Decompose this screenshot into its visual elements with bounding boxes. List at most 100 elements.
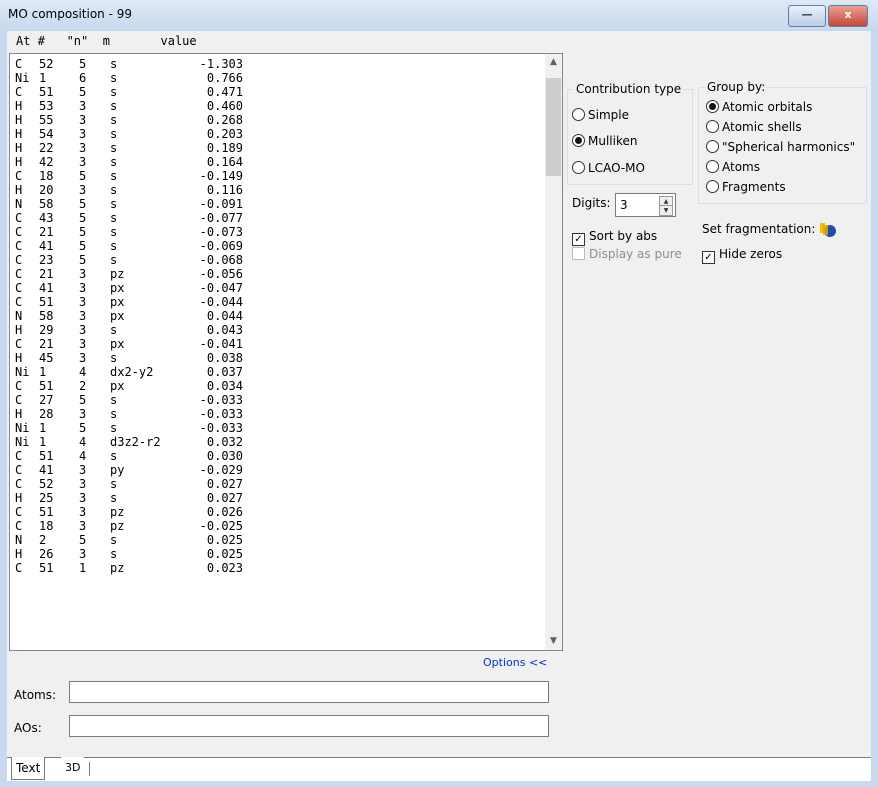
fragmentation-icon[interactable]: [817, 221, 837, 239]
n-cell: 3: [79, 113, 87, 127]
close-button[interactable]: x: [828, 5, 868, 27]
aos-input[interactable]: [69, 715, 549, 737]
atom-cell: C: [15, 561, 23, 575]
radio-simple-indicator: [572, 108, 585, 121]
value-cell: -0.149: [199, 169, 243, 183]
n-cell: 3: [79, 295, 87, 309]
n-cell: 3: [79, 99, 87, 113]
orbital-cell: s: [110, 85, 118, 99]
vertical-scrollbar[interactable]: ▲ ▼: [545, 54, 562, 650]
n-cell: 5: [79, 57, 87, 71]
value-cell: 0.030: [206, 449, 243, 463]
orbital-cell: pz: [110, 561, 125, 575]
orbital-cell: s: [110, 183, 118, 197]
atom-number-cell: 21: [39, 337, 54, 351]
atom-number-cell: 52: [39, 57, 54, 71]
atom-cell: Ni: [15, 421, 30, 435]
sort-by-abs-check-icon: ✓: [572, 233, 585, 246]
tab-separator: [89, 762, 90, 776]
value-cell: 0.027: [206, 491, 243, 505]
hide-zeros-checkbox[interactable]: ✓ Hide zeros: [702, 247, 782, 264]
orbital-cell: s: [110, 351, 118, 365]
scroll-thumb[interactable]: [546, 78, 561, 176]
atoms-input[interactable]: [69, 681, 549, 703]
value-cell: 0.460: [206, 99, 243, 113]
orbital-cell: s: [110, 239, 118, 253]
radio-mulliken-label: Mulliken: [588, 134, 638, 148]
n-cell: 5: [79, 169, 87, 183]
radio-spherical-harmonics[interactable]: "Spherical harmonics": [706, 140, 855, 154]
value-cell: 0.037: [206, 365, 243, 379]
radio-simple-label: Simple: [588, 108, 629, 122]
atom-cell: C: [15, 337, 23, 351]
atom-number-cell: 20: [39, 183, 54, 197]
radio-lcao-mo[interactable]: LCAO-MO: [572, 161, 645, 175]
radio-atomic-orbitals[interactable]: Atomic orbitals: [706, 100, 812, 114]
n-cell: 3: [79, 155, 87, 169]
tab-text[interactable]: Text: [11, 757, 46, 780]
n-cell: 5: [79, 85, 87, 99]
orbital-cell: s: [110, 421, 118, 435]
tab-3d[interactable]: 3D: [61, 757, 85, 779]
atom-number-cell: 41: [39, 463, 54, 477]
atom-number-cell: 52: [39, 477, 54, 491]
orbital-cell: d3z2-r2: [110, 435, 161, 449]
atom-number-cell: 21: [39, 267, 54, 281]
radio-atomic-shells[interactable]: Atomic shells: [706, 120, 802, 134]
atom-cell: H: [15, 491, 23, 505]
orbital-cell: s: [110, 225, 118, 239]
options-toggle-link[interactable]: Options <<: [483, 656, 547, 669]
atom-cell: H: [15, 99, 23, 113]
mo-composition-list[interactable]: C 52 5 s -1.303 Ni 1 6 s 0.766 C 51 5 s 0.471 H 53 3 s 0.46…: [9, 53, 563, 651]
atom-cell: H: [15, 141, 23, 155]
atom-cell: H: [15, 155, 23, 169]
value-cell: 0.471: [206, 85, 243, 99]
value-cell: -0.044: [199, 295, 243, 309]
value-cell: -0.047: [199, 281, 243, 295]
title-bar: MO composition - 99 — x: [0, 0, 878, 31]
sort-by-abs-checkbox[interactable]: ✓ Sort by abs: [572, 229, 657, 246]
radio-fragments[interactable]: Fragments: [706, 180, 786, 194]
column-header: At # "n" m value: [16, 34, 197, 48]
atom-number-cell: 45: [39, 351, 54, 365]
atom-cell: Ni: [15, 435, 30, 449]
atom-number-cell: 1: [39, 421, 47, 435]
radio-atoms-indicator: [706, 160, 719, 173]
atom-number-cell: 51: [39, 505, 54, 519]
sort-by-abs-label: Sort by abs: [589, 229, 658, 243]
value-cell: 0.025: [206, 547, 243, 561]
orbital-cell: pz: [110, 267, 125, 281]
orbital-cell: px: [110, 337, 125, 351]
orbital-cell: px: [110, 379, 125, 393]
value-cell: 0.026: [206, 505, 243, 519]
atom-cell: C: [15, 463, 23, 477]
orbital-cell: s: [110, 323, 118, 337]
radio-mulliken[interactable]: Mulliken: [572, 134, 637, 148]
aos-label: AOs:: [14, 721, 42, 735]
display-as-pure-check-icon: [572, 247, 585, 260]
orbital-cell: s: [110, 197, 118, 211]
digits-spinbox[interactable]: 3 ▲ ▼: [615, 193, 676, 217]
atom-number-cell: 1: [39, 365, 47, 379]
minimize-icon: —: [801, 8, 813, 21]
atom-number-cell: 25: [39, 491, 54, 505]
orbital-cell: dx2-y2: [110, 365, 154, 379]
atom-cell: H: [15, 547, 23, 561]
atom-cell: C: [15, 477, 23, 491]
radio-simple[interactable]: Simple: [572, 108, 629, 122]
value-cell: -0.041: [199, 337, 243, 351]
spin-down-icon[interactable]: ▼: [659, 205, 673, 216]
contribution-type-group: Contribution type Simple Mulliken LCAO-M…: [567, 82, 693, 185]
radio-atoms[interactable]: Atoms: [706, 160, 760, 174]
atom-number-cell: 51: [39, 561, 54, 575]
minimize-button[interactable]: —: [788, 5, 826, 27]
n-cell: 3: [79, 351, 87, 365]
display-as-pure-checkbox[interactable]: Display as pure: [572, 247, 682, 261]
scroll-down-icon[interactable]: ▼: [545, 633, 562, 650]
scroll-up-icon[interactable]: ▲: [545, 54, 562, 71]
digits-value[interactable]: 3: [620, 198, 628, 212]
atom-number-cell: 51: [39, 85, 54, 99]
n-cell: 5: [79, 211, 87, 225]
view-tab-bar: Text 3D: [7, 757, 871, 781]
orbital-cell: s: [110, 127, 118, 141]
